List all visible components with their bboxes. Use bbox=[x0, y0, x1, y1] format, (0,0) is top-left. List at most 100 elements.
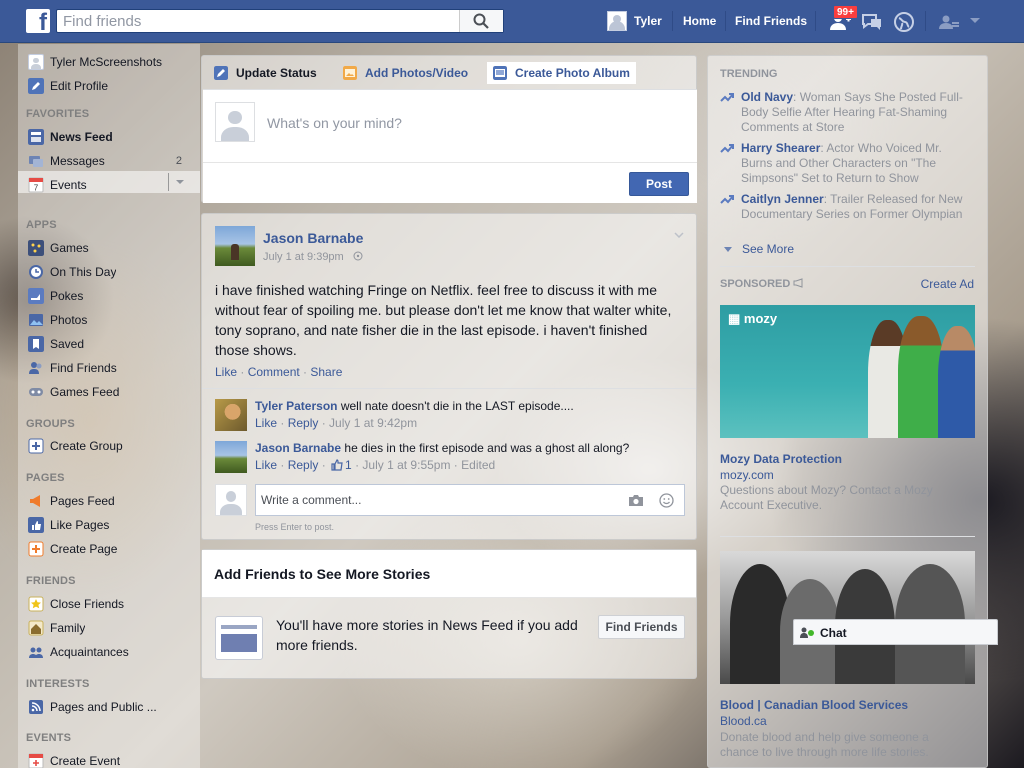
nav-profile-link[interactable]: Tyler bbox=[607, 11, 662, 31]
globe-icon[interactable] bbox=[892, 10, 916, 34]
status-input[interactable]: What's on your mind? bbox=[267, 115, 402, 131]
nav-find-friends-link[interactable]: Find Friends bbox=[735, 14, 807, 28]
sidebar-item-pages-and-public[interactable]: Pages and Public ... bbox=[28, 697, 198, 717]
avatar[interactable] bbox=[215, 226, 255, 266]
story-timestamp[interactable]: July 1 at 9:39pm bbox=[263, 251, 363, 263]
share-link[interactable]: Share bbox=[310, 365, 342, 379]
section-header-pages: PAGES bbox=[26, 472, 65, 484]
chat-label: Chat bbox=[820, 626, 847, 640]
trending-arrow-icon bbox=[720, 144, 734, 153]
sidebar-item-photos[interactable]: Photos bbox=[28, 310, 198, 330]
comment-meta: Like · Reply · 1 · July 1 at 9:55pm · Ed… bbox=[255, 458, 496, 472]
sidebar-item-family[interactable]: Family bbox=[28, 618, 198, 638]
friends-icon bbox=[29, 362, 42, 374]
card-title: Add Friends to See More Stories bbox=[214, 566, 431, 582]
search-icon bbox=[473, 13, 489, 29]
sidebar-item-edit-profile[interactable]: Edit Profile bbox=[28, 76, 198, 96]
sidebar-item-label: Close Friends bbox=[50, 597, 125, 611]
avatar[interactable] bbox=[215, 441, 247, 473]
sidebar-item-saved[interactable]: Saved bbox=[28, 334, 198, 354]
tab-update-status[interactable]: Update Status bbox=[208, 62, 323, 84]
create-ad-link[interactable]: Create Ad bbox=[921, 277, 974, 291]
sidebar-item-label: Events bbox=[50, 178, 87, 192]
account-menu-caret-icon[interactable] bbox=[969, 17, 981, 25]
comment-like-link[interactable]: Like bbox=[255, 458, 277, 472]
comment-timestamp[interactable]: July 1 at 9:55pm bbox=[362, 458, 450, 472]
sidebar-item-pokes[interactable]: Pokes bbox=[28, 286, 198, 306]
see-more-link[interactable]: See More bbox=[720, 242, 794, 256]
comment-author-link[interactable]: Jason Barnabe bbox=[255, 441, 341, 455]
write-comment-row bbox=[215, 484, 685, 516]
nav-home-link[interactable]: Home bbox=[683, 14, 716, 28]
sidebar-item-like-pages[interactable]: Like Pages bbox=[28, 515, 198, 535]
trending-arrow-icon bbox=[720, 195, 734, 204]
avatar[interactable] bbox=[215, 399, 247, 431]
ad-domain-link[interactable]: mozy.com bbox=[720, 468, 774, 482]
comment-input[interactable] bbox=[256, 485, 616, 515]
chat-tab[interactable]: Chat bbox=[793, 619, 998, 645]
sidebar-item-close-friends[interactable]: Close Friends bbox=[28, 594, 198, 614]
comment-link[interactable]: Comment bbox=[248, 365, 300, 379]
sidebar-item-profile[interactable]: Tyler McScreenshots bbox=[28, 52, 198, 72]
search-button[interactable] bbox=[459, 10, 503, 32]
sidebar-item-pages-feed[interactable]: Pages Feed bbox=[28, 491, 198, 511]
comment-reply-link[interactable]: Reply bbox=[288, 416, 319, 430]
edited-label[interactable]: Edited bbox=[461, 458, 495, 472]
comment-like-count[interactable]: 1 bbox=[345, 458, 352, 472]
card-header: Add Friends to See More Stories bbox=[202, 550, 696, 598]
sidebar-item-label: Tyler McScreenshots bbox=[50, 55, 163, 69]
camera-icon[interactable] bbox=[628, 494, 644, 507]
nav-divider bbox=[672, 11, 673, 31]
sidebar-item-create-event[interactable]: Create Event bbox=[28, 751, 198, 768]
sidebar-item-label: Find Friends bbox=[50, 361, 117, 375]
sidebar-item-events[interactable]: 7 Events bbox=[28, 175, 198, 195]
sidebar-item-acquaintances[interactable]: Acquaintances bbox=[28, 642, 198, 662]
chevron-down-icon bbox=[724, 247, 732, 252]
avatar bbox=[215, 102, 255, 142]
find-friends-button[interactable]: Find Friends bbox=[598, 615, 685, 639]
photos-icon bbox=[29, 314, 43, 326]
plus-group-icon bbox=[28, 438, 44, 454]
ad-domain-link[interactable]: Blood.ca bbox=[720, 714, 767, 728]
sidebar-item-find-friends[interactable]: Find Friends bbox=[28, 358, 198, 378]
sidebar-item-on-this-day[interactable]: On This Day bbox=[28, 262, 198, 282]
like-link[interactable]: Like bbox=[215, 365, 237, 379]
nav-divider bbox=[725, 11, 726, 31]
comment-timestamp[interactable]: July 1 at 9:42pm bbox=[329, 416, 417, 430]
trending-text: Harry Shearer: Actor Who Voiced Mr. Burn… bbox=[741, 141, 975, 186]
ad-image-blood[interactable] bbox=[720, 551, 975, 684]
search-input[interactable] bbox=[57, 10, 459, 32]
story-author-link[interactable]: Jason Barnabe bbox=[263, 230, 363, 246]
nav-divider bbox=[815, 11, 816, 31]
comment-like-link[interactable]: Like bbox=[255, 416, 277, 430]
sidebar-item-label: On This Day bbox=[50, 265, 117, 279]
news-feed-icon bbox=[28, 129, 44, 145]
sidebar-item-create-page[interactable]: Create Page bbox=[28, 539, 198, 559]
section-header-groups: GROUPS bbox=[26, 418, 75, 430]
comment-author-link[interactable]: Tyler Paterson bbox=[255, 399, 337, 413]
sidebar-item-create-group[interactable]: Create Group bbox=[28, 436, 198, 456]
sidebar-item-games-feed[interactable]: Games Feed bbox=[28, 382, 198, 402]
notification-badge[interactable]: 99+ bbox=[833, 5, 858, 19]
comment-reply-link[interactable]: Reply bbox=[288, 458, 319, 472]
tab-add-photos-video[interactable]: Add Photos/Video bbox=[337, 62, 474, 84]
avatar bbox=[28, 54, 44, 70]
avatar bbox=[607, 11, 627, 31]
sidebar-item-games[interactable]: Games bbox=[28, 238, 198, 258]
sidebar-item-label: Saved bbox=[50, 337, 85, 351]
story-options-chevron-down-icon[interactable] bbox=[674, 232, 684, 238]
ad-title-link[interactable]: Mozy Data Protection bbox=[720, 452, 842, 466]
thumbs-up-icon bbox=[331, 459, 343, 471]
post-button[interactable]: Post bbox=[629, 172, 689, 196]
facebook-logo[interactable]: f bbox=[26, 9, 50, 33]
messages-icon[interactable] bbox=[860, 10, 884, 34]
sidebar-item-messages[interactable]: Messages 2 bbox=[28, 151, 198, 171]
pencil-icon bbox=[214, 66, 228, 80]
tab-create-photo-album[interactable]: Create Photo Album bbox=[487, 62, 636, 84]
ad-image-mozy[interactable]: ▦ mozy bbox=[720, 305, 975, 438]
privacy-shortcuts-icon[interactable] bbox=[937, 10, 961, 34]
emoji-icon[interactable] bbox=[659, 493, 674, 508]
sidebar-item-news-feed[interactable]: News Feed bbox=[28, 127, 198, 147]
comment-meta: Like · Reply · July 1 at 9:42pm bbox=[255, 416, 418, 430]
ad-title-link[interactable]: Blood | Canadian Blood Services bbox=[720, 698, 908, 712]
